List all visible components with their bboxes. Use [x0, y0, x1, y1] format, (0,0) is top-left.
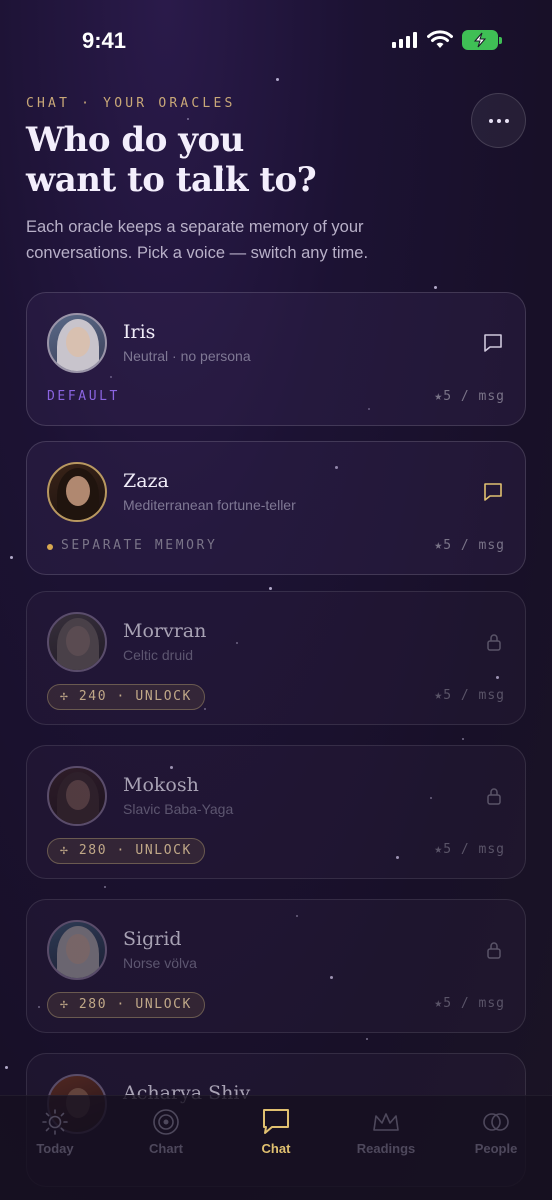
- tab-readings[interactable]: Readings: [336, 1108, 436, 1156]
- unlock-button[interactable]: ✢ 280 · UNLOCK: [47, 992, 205, 1018]
- oracle-name: Mokosh: [123, 774, 199, 796]
- target-icon: [153, 1109, 179, 1135]
- oracle-name: Morvran: [123, 620, 207, 642]
- avatar: [47, 612, 107, 672]
- oracle-name: Iris: [123, 321, 156, 343]
- avatar: [47, 313, 107, 373]
- crown-icon: [373, 1113, 399, 1131]
- page-title-line-1: Who do you: [26, 120, 244, 160]
- more-options-button[interactable]: [471, 93, 526, 148]
- battery-charging-icon: [462, 30, 502, 50]
- tab-chat[interactable]: Chat: [226, 1108, 326, 1156]
- tab-label: Chart: [149, 1141, 183, 1156]
- separate-memory-tag: SEPARATE MEMORY: [47, 538, 217, 553]
- unlock-button[interactable]: ✢ 240 · UNLOCK: [47, 684, 205, 710]
- sun-icon: [42, 1109, 68, 1135]
- section-eyebrow: CHAT · YOUR ORACLES: [26, 96, 236, 111]
- chat-bubble-icon: [263, 1109, 289, 1134]
- interlocking-rings-icon: [483, 1113, 509, 1131]
- tab-label: Readings: [356, 1141, 416, 1156]
- oracle-card-mokosh[interactable]: Mokosh Slavic Baba-Yaga ✢ 280 · UNLOCK ★…: [26, 745, 526, 879]
- page-title: Who do you want to talk to?: [26, 120, 406, 200]
- oracle-card-morvran[interactable]: Morvran Celtic druid ✢ 240 · UNLOCK ★5 /…: [26, 591, 526, 725]
- oracle-description: Norse völva: [123, 955, 197, 971]
- chat-bubble-icon[interactable]: [483, 333, 503, 353]
- lock-icon: [487, 634, 501, 651]
- oracle-name: Zaza: [123, 470, 169, 492]
- oracle-card-zaza[interactable]: Zaza Mediterranean fortune-teller SEPARA…: [26, 441, 526, 575]
- oracle-description: Slavic Baba-Yaga: [123, 801, 234, 817]
- cellular-signal-icon: [392, 32, 417, 48]
- oracle-card-sigrid[interactable]: Sigrid Norse völva ✢ 280 · UNLOCK ★5 / m…: [26, 899, 526, 1033]
- unlock-button[interactable]: ✢ 280 · UNLOCK: [47, 838, 205, 864]
- price-per-message: ★5 / msg: [434, 389, 505, 404]
- avatar: [47, 462, 107, 522]
- avatar: [47, 920, 107, 980]
- chat-bubble-icon[interactable]: [483, 482, 503, 502]
- page-title-line-2: want to talk to?: [26, 160, 317, 200]
- price-per-message: ★5 / msg: [434, 538, 505, 553]
- status-time: 9:41: [82, 28, 127, 53]
- default-tag: DEFAULT: [47, 389, 120, 404]
- oracle-description: Neutral · no persona: [123, 348, 251, 364]
- page-subtitle: Each oracle keeps a separate memory of y…: [26, 218, 369, 262]
- oracle-description: Celtic druid: [123, 647, 194, 663]
- tab-chart[interactable]: Chart: [116, 1108, 216, 1156]
- tab-today[interactable]: Today: [5, 1108, 105, 1156]
- lock-icon: [487, 788, 501, 805]
- wifi-icon: [427, 30, 453, 48]
- oracle-card-iris[interactable]: Iris Neutral · no persona DEFAULT ★5 / m…: [26, 292, 526, 426]
- oracle-description: Mediterranean fortune-teller: [123, 497, 296, 513]
- avatar: [47, 766, 107, 826]
- oracle-name: Sigrid: [123, 928, 182, 950]
- tab-people[interactable]: People: [446, 1108, 546, 1156]
- lock-icon: [487, 942, 501, 959]
- tab-label: Today: [36, 1141, 74, 1156]
- ellipsis-icon: [488, 118, 493, 123]
- bottom-tab-bar: Today Chart Chat Readings People: [0, 1095, 552, 1200]
- tab-label: Chat: [261, 1141, 291, 1156]
- status-bar: 9:41: [0, 0, 552, 80]
- price-per-message: ★5 / msg: [434, 688, 505, 703]
- price-per-message: ★5 / msg: [434, 996, 505, 1011]
- price-per-message: ★5 / msg: [434, 842, 505, 857]
- tab-label: People: [474, 1141, 518, 1156]
